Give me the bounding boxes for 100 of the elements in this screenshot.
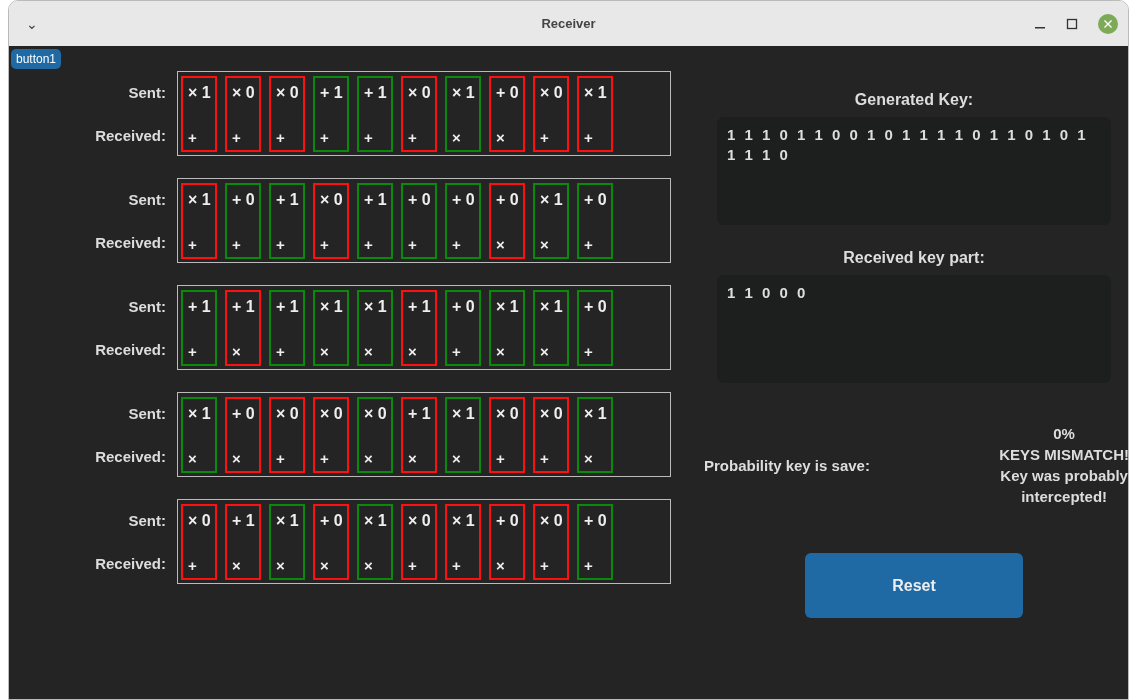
generated-key-text: 1 1 1 0 1 1 0 0 1 0 1 1 1 1 0 1 1 0 1 0 1 1 1 1 0	[727, 126, 1088, 163]
sent-bit: + 1	[232, 298, 256, 316]
sent-bit: × 1	[364, 512, 388, 530]
sent-bit: × 0	[320, 191, 344, 209]
received-basis: +	[364, 236, 374, 253]
sent-bit: + 0	[584, 298, 608, 316]
received-basis: +	[540, 129, 550, 146]
received-basis: ×	[276, 557, 286, 574]
sent-bit: × 1	[452, 405, 476, 423]
received-basis: ×	[364, 557, 374, 574]
received-basis: ×	[320, 343, 330, 360]
received-key-text: 1 1 0 0 0	[727, 284, 807, 301]
sent-bit: + 0	[496, 512, 520, 530]
received-basis: +	[584, 236, 594, 253]
sent-bit: + 0	[232, 191, 256, 209]
sent-bit: × 0	[276, 84, 300, 102]
received-basis: ×	[188, 450, 198, 467]
sent-bit: + 1	[188, 298, 212, 316]
received-basis: +	[452, 557, 462, 574]
received-basis: ×	[496, 129, 506, 146]
received-basis: +	[408, 236, 418, 253]
received-basis: ×	[408, 450, 418, 467]
sent-bit: × 0	[408, 84, 432, 102]
received-basis: +	[320, 129, 330, 146]
sent-bit: + 0	[496, 191, 520, 209]
received-basis: ×	[452, 450, 462, 467]
received-basis: ×	[452, 129, 462, 146]
window-menu-button[interactable]: ⌄	[26, 15, 38, 32]
probability-result: KEYS MISMATCH!	[999, 445, 1128, 465]
received-basis: ×	[540, 343, 550, 360]
received-basis: ×	[496, 343, 506, 360]
sent-bit: + 1	[364, 191, 388, 209]
received-basis: ×	[540, 236, 550, 253]
received-basis: ×	[364, 450, 374, 467]
received-basis: +	[188, 557, 198, 574]
maximize-icon[interactable]	[1066, 17, 1078, 30]
received-basis: ×	[584, 450, 594, 467]
received-basis: +	[232, 129, 242, 146]
sent-bit: + 0	[584, 512, 608, 530]
sent-bit: + 0	[452, 298, 476, 316]
close-icon[interactable]	[1098, 13, 1118, 34]
sent-bit: × 1	[584, 405, 608, 423]
sent-bit: × 0	[540, 512, 564, 530]
sent-bit: × 0	[320, 405, 344, 423]
sent-bit: + 1	[408, 298, 432, 316]
sent-label: Sent:	[128, 404, 166, 422]
sent-label: Sent:	[128, 190, 166, 208]
sent-bit: × 1	[540, 191, 564, 209]
sent-bit: + 0	[320, 512, 344, 530]
sent-bit: × 1	[452, 84, 476, 102]
received-label: Received:	[95, 233, 166, 251]
received-basis: +	[540, 557, 550, 574]
sent-bit: + 0	[496, 84, 520, 102]
received-basis: +	[584, 129, 594, 146]
received-basis: ×	[364, 343, 374, 360]
received-label: Received:	[95, 554, 166, 572]
received-basis: +	[188, 236, 198, 253]
received-basis: ×	[232, 557, 242, 574]
reset-button[interactable]: Reset	[805, 553, 1023, 618]
sent-bit: + 1	[232, 512, 256, 530]
received-basis: +	[276, 236, 286, 253]
received-basis: +	[408, 129, 418, 146]
received-basis: ×	[320, 557, 330, 574]
window-title: Receiver	[541, 16, 596, 31]
sent-bit: × 1	[276, 512, 300, 530]
sent-bit: + 1	[408, 405, 432, 423]
sent-bit: × 1	[188, 191, 212, 209]
received-basis: +	[408, 557, 418, 574]
sent-bit: + 1	[320, 84, 344, 102]
sent-bit: + 0	[584, 191, 608, 209]
received-basis: +	[320, 236, 330, 253]
received-basis: +	[188, 129, 198, 146]
sent-bit: × 0	[540, 84, 564, 102]
sent-bit: × 1	[364, 298, 388, 316]
received-key-label: Received key part:	[842, 249, 986, 267]
sent-bit: + 0	[232, 405, 256, 423]
received-basis: +	[276, 343, 286, 360]
sent-label: Sent:	[128, 297, 166, 315]
sent-label: Sent:	[128, 511, 166, 529]
sent-bit: × 1	[452, 512, 476, 530]
sent-label: Sent:	[128, 83, 166, 101]
sent-bit: × 1	[496, 298, 520, 316]
sent-bit: + 1	[364, 84, 388, 102]
received-basis: ×	[232, 450, 242, 467]
generated-key-label: Generated Key:	[853, 91, 975, 109]
received-basis: ×	[496, 236, 506, 253]
received-basis: +	[452, 236, 462, 253]
probability-result: 0%	[1053, 424, 1075, 444]
received-basis: +	[452, 343, 462, 360]
sent-bit: × 1	[320, 298, 344, 316]
sent-bit: × 0	[364, 405, 388, 423]
sent-bit: × 0	[496, 405, 520, 423]
received-basis: ×	[232, 343, 242, 360]
sent-bit: + 0	[408, 191, 432, 209]
corner-button[interactable]: button1	[11, 49, 62, 69]
sent-bit: × 0	[540, 405, 564, 423]
sent-bit: × 0	[408, 512, 432, 530]
probability-label: Probability key is save:	[704, 456, 870, 474]
received-basis: +	[320, 450, 330, 467]
sent-bit: + 1	[276, 298, 300, 316]
